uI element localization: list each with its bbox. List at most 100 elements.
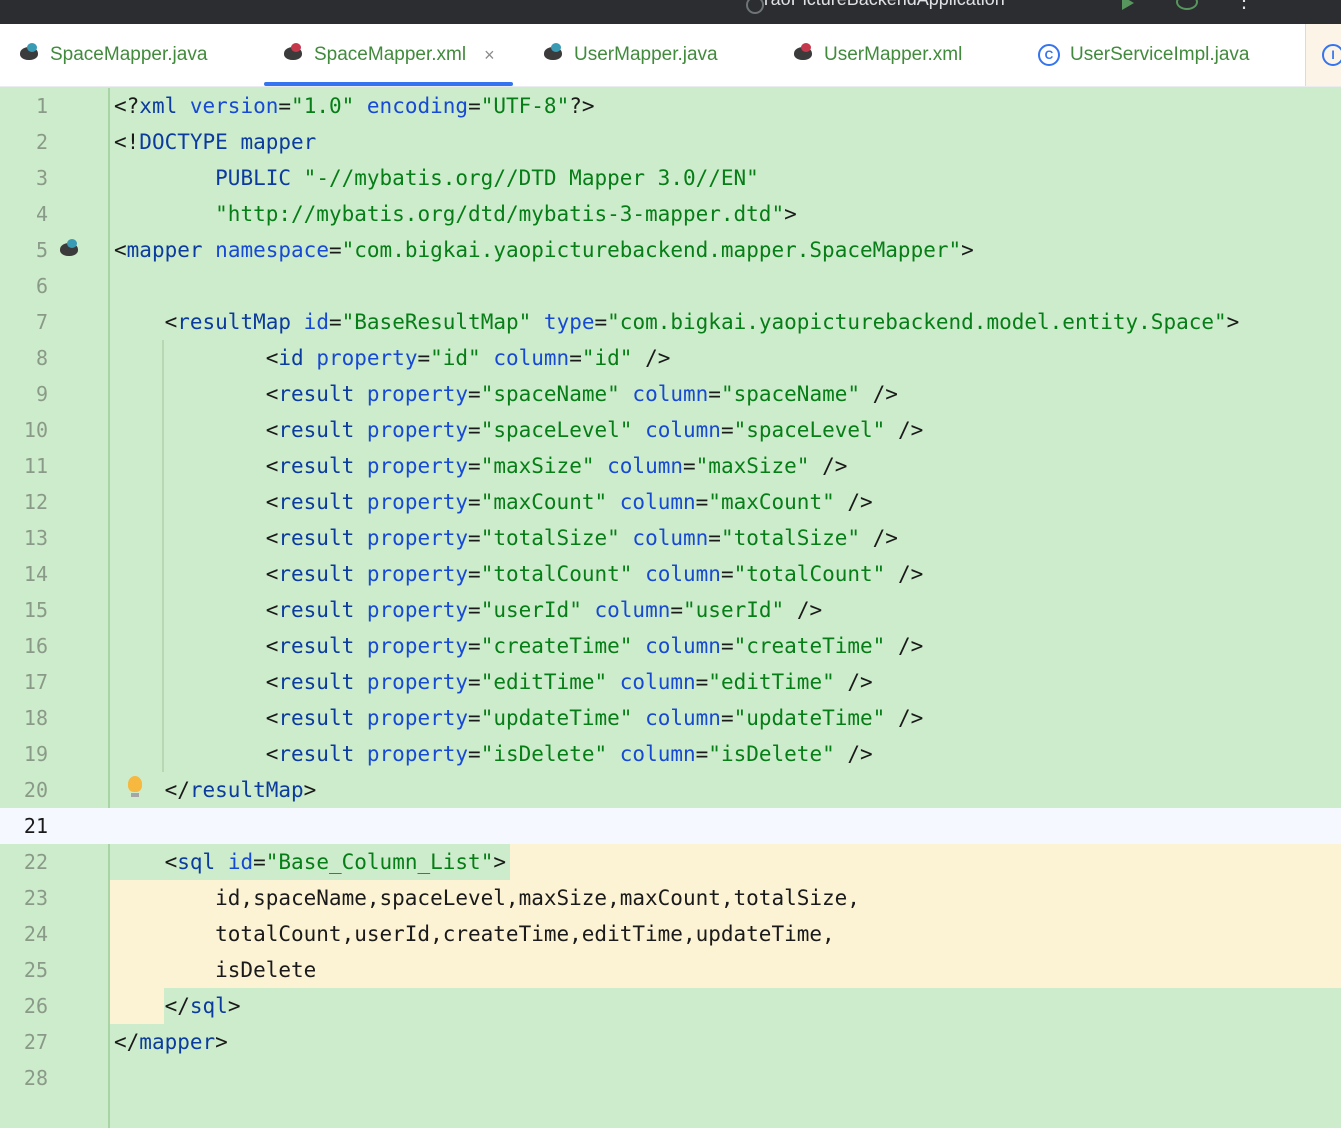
mybatis-navigate-icon[interactable] bbox=[58, 239, 80, 261]
code-token: "com.bigkai.yaopicturebackend.mapper.Spa… bbox=[341, 238, 962, 262]
code-token: id bbox=[227, 850, 254, 874]
debug-icon[interactable] bbox=[1176, 0, 1198, 10]
tab-usermapper-java[interactable]: UserMapper.java bbox=[542, 24, 718, 86]
code-line[interactable]: 16 <result property="createTime" column=… bbox=[0, 628, 1341, 664]
code-text: <result property="userId" column="userId… bbox=[114, 592, 822, 628]
code-line[interactable]: 19 <result property="isDelete" column="i… bbox=[0, 736, 1341, 772]
code-line[interactable]: 23 id,spaceName,spaceLevel,maxSize,maxCo… bbox=[0, 880, 1341, 916]
code-line[interactable]: 3 PUBLIC "-//mybatis.org//DTD Mapper 3.0… bbox=[0, 160, 1341, 196]
code-token: > bbox=[961, 238, 974, 262]
code-line[interactable]: 26 </sql> bbox=[0, 988, 1341, 1024]
code-token: "editTime" bbox=[480, 670, 620, 694]
tab-userserviceimpl-java[interactable]: C UserServiceImpl.java bbox=[1038, 24, 1250, 86]
line-number: 19 bbox=[23, 742, 48, 766]
code-line[interactable]: 1 <?xml version="1.0" encoding="UTF-8"?> bbox=[0, 88, 1341, 124]
tab-spacemapper-java[interactable]: SpaceMapper.java bbox=[18, 24, 207, 86]
code-token: property bbox=[366, 706, 469, 730]
code-token: /> bbox=[822, 454, 848, 478]
code-token: > bbox=[1226, 310, 1240, 334]
code-token: = bbox=[468, 94, 481, 118]
code-line[interactable]: 8 <id property="id" column="id" /> bbox=[0, 340, 1341, 376]
code-text: totalCount,userId,createTime,editTime,up… bbox=[114, 916, 835, 952]
code-token: /> bbox=[897, 634, 924, 658]
code-line[interactable]: 6 bbox=[0, 268, 1341, 304]
code-token: = bbox=[328, 238, 342, 262]
code-line[interactable]: 13 <result property="totalSize" column="… bbox=[0, 520, 1341, 556]
code-token: column bbox=[493, 346, 570, 370]
code-line[interactable]: 10 <result property="spaceLevel" column=… bbox=[0, 412, 1341, 448]
more-options-icon[interactable]: ⋮ bbox=[1234, 0, 1254, 13]
code-token: "isDelete" bbox=[708, 742, 848, 766]
line-number: 28 bbox=[23, 1066, 48, 1090]
class-icon: C bbox=[1038, 43, 1062, 67]
code-line[interactable]: 5 <mapper namespace="com.bigkai.yaopictur… bbox=[0, 232, 1341, 268]
line-number: 22 bbox=[23, 850, 48, 874]
code-line[interactable]: 21 bbox=[0, 808, 1341, 844]
code-line[interactable]: 22 <sql id="Base_Column_List"> bbox=[0, 844, 1341, 880]
code-token: > bbox=[227, 994, 241, 1018]
code-token: "totalSize" bbox=[720, 526, 873, 550]
code-token: > bbox=[784, 202, 797, 226]
code-token: </ bbox=[164, 994, 190, 1018]
close-tab-icon[interactable]: × bbox=[484, 45, 495, 66]
line-number: 21 bbox=[23, 814, 48, 838]
code-line[interactable]: 17 <result property="editTime" column="e… bbox=[0, 664, 1341, 700]
code-line[interactable]: 25 isDelete bbox=[0, 952, 1341, 988]
code-token: /> bbox=[847, 670, 873, 694]
code-line[interactable]: 11 <result property="maxSize" column="ma… bbox=[0, 448, 1341, 484]
mybatis-java-icon bbox=[542, 43, 566, 67]
code-token: "maxCount" bbox=[708, 490, 848, 514]
code-token: resultMap bbox=[177, 310, 304, 334]
code-line[interactable]: 18 <result property="updateTime" column=… bbox=[0, 700, 1341, 736]
code-token: mapper bbox=[139, 1030, 216, 1054]
code-token: "maxSize" bbox=[480, 454, 608, 478]
code-token: < bbox=[164, 310, 178, 334]
code-token: namespace bbox=[215, 238, 329, 262]
code-text: <resultMap id="BaseResultMap" type="com.… bbox=[114, 304, 1240, 340]
code-line[interactable]: 28 bbox=[0, 1060, 1341, 1096]
code-token: "maxSize" bbox=[695, 454, 823, 478]
code-line[interactable]: 12 <result property="maxCount" column="m… bbox=[0, 484, 1341, 520]
code-token: "updateTime" bbox=[480, 706, 646, 730]
code-token: < bbox=[265, 418, 279, 442]
code-token: /> bbox=[796, 598, 823, 622]
code-token: /> bbox=[847, 742, 873, 766]
code-line[interactable]: 14 <result property="totalCount" column=… bbox=[0, 556, 1341, 592]
tab-usermapper-xml[interactable]: UserMapper.xml bbox=[792, 24, 962, 86]
code-token: = bbox=[695, 670, 709, 694]
code-editor[interactable]: 1 <?xml version="1.0" encoding="UTF-8"?> 2… bbox=[0, 88, 1341, 1128]
code-token: /> bbox=[897, 418, 924, 442]
tab-spacemapper-xml[interactable]: SpaceMapper.xml × bbox=[264, 24, 513, 86]
code-token: result bbox=[278, 634, 367, 658]
line-number: 3 bbox=[35, 166, 48, 190]
code-token: <? bbox=[114, 94, 140, 118]
code-token: property bbox=[366, 490, 469, 514]
code-line[interactable]: 20 </resultMap> bbox=[0, 772, 1341, 808]
code-token: > bbox=[215, 1030, 228, 1054]
line-number: 7 bbox=[35, 310, 48, 334]
line-number: 25 bbox=[23, 958, 48, 982]
code-token: < bbox=[265, 670, 279, 694]
line-number: 14 bbox=[23, 562, 48, 586]
code-token: = bbox=[720, 418, 734, 442]
code-line[interactable]: 15 <result property="userId" column="use… bbox=[0, 592, 1341, 628]
code-line[interactable]: 9 <result property="spaceName" column="s… bbox=[0, 376, 1341, 412]
code-token: </ bbox=[114, 1030, 140, 1054]
code-token: property bbox=[366, 526, 469, 550]
code-line[interactable]: 27 </mapper> bbox=[0, 1024, 1341, 1060]
code-token: /> bbox=[897, 706, 924, 730]
code-token: = bbox=[720, 562, 734, 586]
code-line[interactable]: 4 "http://mybatis.org/dtd/mybatis-3-mapp… bbox=[0, 196, 1341, 232]
code-line[interactable]: 24 totalCount,userId,createTime,editTime… bbox=[0, 916, 1341, 952]
run-icon[interactable] bbox=[1122, 0, 1134, 10]
tab-overflow[interactable]: I bbox=[1305, 24, 1341, 86]
run-configuration-selector[interactable]: YaoPictureBackendApplication bbox=[760, 0, 1005, 10]
line-number: 5 bbox=[35, 238, 48, 262]
code-line[interactable]: 2 <!DOCTYPE mapper bbox=[0, 124, 1341, 160]
code-line[interactable]: 7 <resultMap id="BaseResultMap" type="co… bbox=[0, 304, 1341, 340]
code-token: = bbox=[683, 454, 696, 478]
mybatis-xml-icon bbox=[792, 43, 816, 67]
